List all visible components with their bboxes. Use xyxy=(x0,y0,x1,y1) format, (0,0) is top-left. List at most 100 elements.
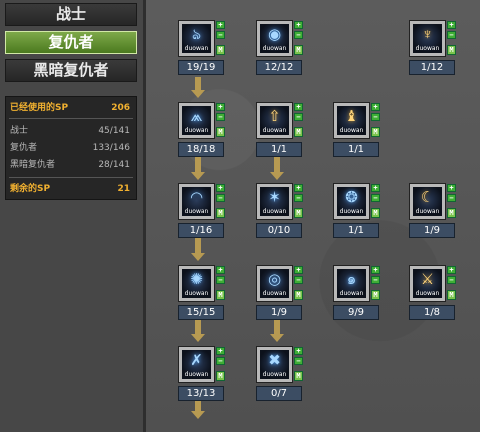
skill-slot[interactable]: ✗ duowan + − M 13/13 xyxy=(178,346,225,404)
class-tab-dark-avenger[interactable]: 黑暗复仇者 xyxy=(5,59,137,82)
plus-button[interactable]: + xyxy=(216,21,225,29)
max-button[interactable]: M xyxy=(294,127,303,137)
skill-icon-frame[interactable]: ◠ duowan xyxy=(178,183,215,220)
max-button[interactable]: M xyxy=(216,371,225,381)
max-button[interactable]: M xyxy=(447,208,456,218)
minus-button[interactable]: − xyxy=(216,276,225,284)
skill-slot[interactable]: ✺ duowan + − M 15/15 xyxy=(178,265,225,323)
max-button[interactable]: M xyxy=(216,208,225,218)
minus-button[interactable]: − xyxy=(447,276,456,284)
minus-button[interactable]: − xyxy=(371,276,380,284)
plus-button[interactable]: + xyxy=(216,103,225,111)
skill-icon-frame[interactable]: ⚔ duowan xyxy=(409,265,446,302)
skill-slot[interactable]: ⇧ duowan + − M 1/1 xyxy=(256,102,303,160)
skill-slot[interactable]: ❂ duowan + − M 1/1 xyxy=(333,183,380,241)
skill-slot[interactable]: ☾ duowan + − M 1/9 xyxy=(409,183,456,241)
skill-slot[interactable]: ⚔ duowan + − M 1/8 xyxy=(409,265,456,323)
sp-row-label: 黑暗复仇者 xyxy=(10,160,56,170)
skill-slot[interactable]: ◎ duowan + − M 1/9 xyxy=(256,265,303,323)
skill-icon-frame[interactable]: ❂ duowan xyxy=(333,183,370,220)
max-button[interactable]: M xyxy=(447,290,456,300)
minus-button[interactable]: − xyxy=(447,31,456,39)
skill-slot[interactable]: ⩕ duowan + − M 18/18 xyxy=(178,102,225,160)
watermark-text: duowan xyxy=(184,208,209,215)
skill-icon-frame[interactable]: ঌ duowan xyxy=(178,20,215,57)
flame-totem-icon: ♆ duowan xyxy=(413,24,442,53)
plus-button[interactable]: + xyxy=(371,103,380,111)
skill-icon-frame[interactable]: ⩕ duowan xyxy=(178,102,215,139)
plus-button[interactable]: + xyxy=(216,347,225,355)
minus-button[interactable]: − xyxy=(447,194,456,202)
watermark-text: duowan xyxy=(415,208,440,215)
minus-button[interactable]: − xyxy=(371,194,380,202)
skill-slot[interactable]: ♝ duowan + − M 1/1 xyxy=(333,102,380,160)
plus-button[interactable]: + xyxy=(371,266,380,274)
plus-button[interactable]: + xyxy=(294,347,303,355)
skill-slot[interactable]: ♆ duowan + − M 1/12 xyxy=(409,20,456,78)
skill-icon-frame[interactable]: ⇧ duowan xyxy=(256,102,293,139)
max-button[interactable]: M xyxy=(371,127,380,137)
watermark-text: duowan xyxy=(339,290,364,297)
skill-level: 1/16 xyxy=(178,223,224,238)
skill-glyph: ♝ xyxy=(344,108,359,125)
minus-button[interactable]: − xyxy=(294,357,303,365)
plus-button[interactable]: + xyxy=(294,266,303,274)
skill-slot[interactable]: ✶ duowan + − M 0/10 xyxy=(256,183,303,241)
max-button[interactable]: M xyxy=(447,45,456,55)
max-button[interactable]: M xyxy=(216,127,225,137)
burst-icon: ✺ duowan xyxy=(182,269,211,298)
skill-icon-frame[interactable]: ๑ duowan xyxy=(333,265,370,302)
skill-glyph: ♆ xyxy=(421,26,434,43)
sp-summary: 已经使用的SP 206 战士 45/141 复仇者 133/146 黑暗复仇者 … xyxy=(5,96,137,200)
class-tab-warrior[interactable]: 战士 xyxy=(5,3,137,26)
plus-button[interactable]: + xyxy=(216,184,225,192)
skill-icon-frame[interactable]: ◉ duowan xyxy=(256,20,293,57)
skill-slot[interactable]: ◉ duowan + − M 12/12 xyxy=(256,20,303,78)
minus-button[interactable]: − xyxy=(371,113,380,121)
plus-button[interactable]: + xyxy=(294,21,303,29)
skill-glyph: ◠ xyxy=(189,189,204,206)
skill-slot[interactable]: ◠ duowan + − M 1/16 xyxy=(178,183,225,241)
watermark-text: duowan xyxy=(262,208,287,215)
plus-button[interactable]: + xyxy=(371,184,380,192)
sp-used-label: 已经使用的SP xyxy=(10,103,69,113)
max-button[interactable]: M xyxy=(294,208,303,218)
class-tab-avenger[interactable]: 复仇者 xyxy=(5,31,137,54)
skill-slot[interactable]: ✖ duowan + − M 0/7 xyxy=(256,346,303,404)
watermark-text: duowan xyxy=(262,290,287,297)
minus-button[interactable]: − xyxy=(216,357,225,365)
max-button[interactable]: M xyxy=(294,45,303,55)
max-button[interactable]: M xyxy=(216,45,225,55)
skill-icon-frame[interactable]: ☾ duowan xyxy=(409,183,446,220)
max-button[interactable]: M xyxy=(216,290,225,300)
watermark-text: duowan xyxy=(339,127,364,134)
max-button[interactable]: M xyxy=(371,290,380,300)
plus-button[interactable]: + xyxy=(294,103,303,111)
plus-button[interactable]: + xyxy=(447,21,456,29)
minus-button[interactable]: − xyxy=(294,194,303,202)
minus-button[interactable]: − xyxy=(216,194,225,202)
skill-icon-frame[interactable]: ✺ duowan xyxy=(178,265,215,302)
minus-button[interactable]: − xyxy=(294,31,303,39)
skill-icon-frame[interactable]: ◎ duowan xyxy=(256,265,293,302)
skill-glyph: ๑ xyxy=(346,271,357,288)
skill-slot[interactable]: ๑ duowan + − M 9/9 xyxy=(333,265,380,323)
minus-button[interactable]: − xyxy=(216,31,225,39)
max-button[interactable]: M xyxy=(371,208,380,218)
plus-button[interactable]: + xyxy=(216,266,225,274)
max-button[interactable]: M xyxy=(294,290,303,300)
minus-button[interactable]: − xyxy=(294,276,303,284)
plus-button[interactable]: + xyxy=(447,184,456,192)
plus-button[interactable]: + xyxy=(294,184,303,192)
minus-button[interactable]: − xyxy=(294,113,303,121)
skill-icon-frame[interactable]: ✶ duowan xyxy=(256,183,293,220)
minus-button[interactable]: − xyxy=(216,113,225,121)
skill-glyph: ❂ xyxy=(345,189,358,206)
skill-icon-frame[interactable]: ♆ duowan xyxy=(409,20,446,57)
skill-icon-frame[interactable]: ♝ duowan xyxy=(333,102,370,139)
max-button[interactable]: M xyxy=(294,371,303,381)
skill-icon-frame[interactable]: ✗ duowan xyxy=(178,346,215,383)
plus-button[interactable]: + xyxy=(447,266,456,274)
skill-icon-frame[interactable]: ✖ duowan xyxy=(256,346,293,383)
skill-slot[interactable]: ঌ duowan + − M 19/19 xyxy=(178,20,225,78)
